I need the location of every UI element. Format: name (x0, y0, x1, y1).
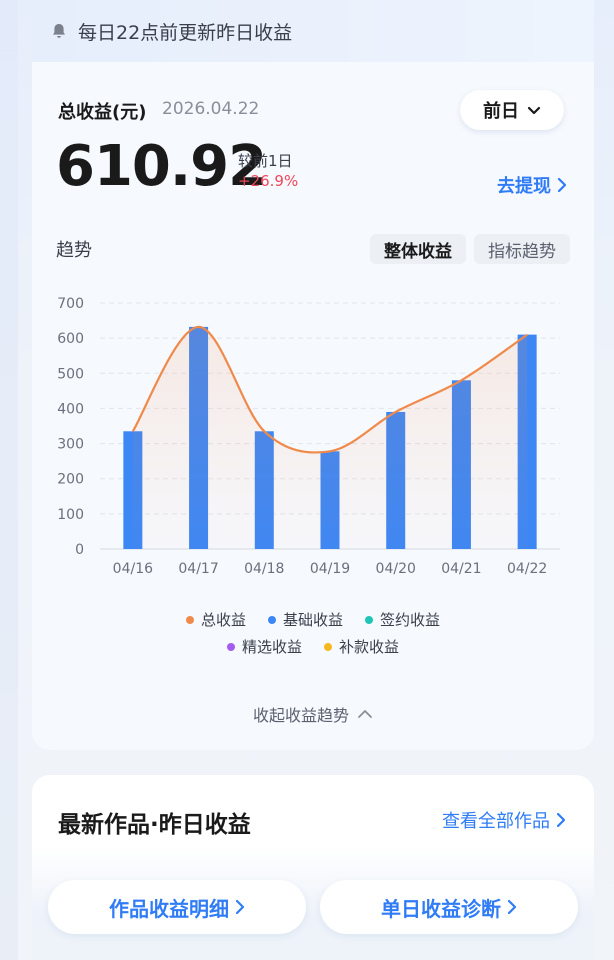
chevron-up-icon (358, 710, 372, 718)
view-all-works-link[interactable]: 查看全部作品 (442, 807, 566, 833)
legend-label: 签约收益 (380, 611, 441, 629)
x-tick-label: 04/20 (376, 561, 416, 577)
legend-label: 补款收益 (339, 638, 400, 656)
total-earnings-area (132, 326, 528, 549)
y-tick-label: 600 (57, 331, 84, 347)
chevron-right-icon (235, 899, 245, 915)
update-notice: 每日22点前更新昨日收益 (32, 0, 594, 62)
earnings-card: 每日22点前更新昨日收益 总收益(元) 2026.04.22 前日 610.92… (32, 0, 594, 750)
legend-label: 基础收益 (282, 611, 343, 629)
chevron-down-icon (527, 106, 541, 115)
legend-dot (185, 615, 194, 624)
earnings-date: 2026.04.22 (162, 99, 260, 119)
x-tick-label: 04/22 (507, 561, 547, 577)
bell-icon (53, 24, 65, 38)
collapse-trend-button[interactable]: 收起收益趋势 (32, 702, 594, 726)
x-tick-label: 04/18 (244, 561, 284, 577)
legend-item[interactable]: 总收益 (185, 609, 246, 630)
tab-indicator-trend[interactable]: 指标趋势 (474, 234, 570, 264)
legend-item[interactable]: 补款收益 (324, 636, 399, 657)
legend-dot (267, 615, 276, 624)
legend-item[interactable]: 精选收益 (226, 636, 302, 657)
works-earnings-detail-button[interactable]: 作品收益明细 (48, 880, 306, 934)
chevron-right-icon (507, 899, 517, 915)
y-tick-label: 500 (57, 366, 84, 382)
legend-dot (226, 642, 235, 651)
compare-label: 较前1日 (238, 152, 293, 170)
daily-earnings-diagnosis-button[interactable]: 单日收益诊断 (320, 880, 578, 934)
compare-value: +26.9% (238, 172, 299, 190)
chevron-right-icon (557, 177, 567, 193)
diagnose-label: 单日收益诊断 (381, 896, 501, 921)
trend-title: 趋势 (56, 240, 92, 261)
y-tick-label: 700 (57, 296, 84, 312)
x-tick-label: 04/17 (178, 561, 218, 577)
legend-item[interactable]: 签约收益 (365, 609, 440, 630)
x-tick-label: 04/16 (113, 561, 153, 577)
total-earnings-label: 总收益(元) (58, 102, 147, 123)
date-range-dropdown[interactable]: 前日 (460, 90, 564, 130)
x-tick-label: 04/19 (310, 561, 350, 577)
legend-label: 精选收益 (241, 638, 302, 656)
range-label: 前日 (483, 101, 519, 122)
legend-label: 总收益 (200, 611, 246, 629)
legend-item[interactable]: 基础收益 (267, 609, 343, 630)
withdraw-link[interactable]: 去提现 (497, 172, 567, 198)
withdraw-label: 去提现 (497, 176, 551, 197)
earnings-trend-chart: 0 100 200 300 400 500 600 700 04/16 04/17 04/18 04/… (57, 296, 560, 577)
view-all-label: 查看全部作品 (442, 811, 550, 832)
y-tick-label: 100 (57, 507, 84, 523)
left-edge (0, 0, 18, 960)
tab-overall-earnings[interactable]: 整体收益 (370, 234, 466, 264)
detail-label: 作品收益明细 (109, 896, 229, 921)
y-tick-label: 200 (57, 472, 84, 488)
total-amount: 610.92 (56, 134, 267, 199)
legend-dot (324, 642, 332, 651)
chevron-right-icon (556, 812, 566, 828)
chart-legend: 总收益 基础收益 签约收益 精选收益 补款收益 (32, 606, 594, 660)
y-tick-label: 400 (57, 401, 84, 417)
y-tick-label: 300 (57, 437, 84, 453)
latest-works-title: 最新作品·昨日收益 (58, 812, 251, 838)
x-tick-label: 04/21 (441, 561, 481, 577)
collapse-label: 收起收益趋势 (252, 706, 349, 725)
y-tick-label: 0 (75, 542, 84, 558)
legend-dot (365, 615, 373, 624)
notice-text: 每日22点前更新昨日收益 (78, 21, 293, 44)
